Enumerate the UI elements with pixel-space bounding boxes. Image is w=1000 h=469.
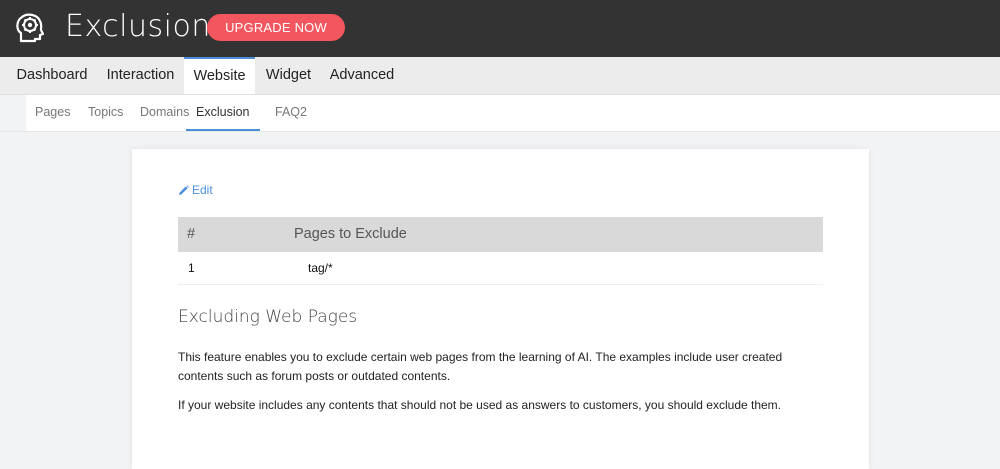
row-number: 1 (188, 261, 195, 275)
tab-advanced[interactable]: Advanced (322, 57, 402, 94)
row-page-pattern: tag/* (308, 261, 333, 275)
top-bar: Exclusion UPGRADE NOW (0, 0, 1000, 57)
page-title: Exclusion (65, 9, 211, 44)
pencil-icon (179, 184, 189, 195)
upgrade-now-button[interactable]: UPGRADE NOW (207, 14, 345, 41)
sub-nav-pages[interactable]: Pages (35, 95, 70, 129)
sub-nav-faq2[interactable]: FAQ2 (275, 95, 307, 129)
sub-nav-topics[interactable]: Topics (88, 95, 123, 129)
tab-widget[interactable]: Widget (256, 57, 321, 94)
edit-link[interactable]: Edit (178, 183, 213, 197)
content-card: Edit # Pages to Exclude 1 tag/* Excludin… (132, 149, 869, 469)
sub-nav-spacer (0, 95, 26, 131)
tab-website[interactable]: Website (184, 57, 255, 94)
main-nav: Dashboard Interaction Website Widget Adv… (0, 57, 1000, 95)
table-row[interactable]: 1 tag/* (178, 252, 823, 285)
column-header-number: # (187, 226, 196, 242)
section-title: Excluding Web Pages (178, 307, 358, 327)
column-header-pages: Pages to Exclude (294, 226, 407, 242)
description-paragraph-2: If your website includes any contents th… (178, 398, 782, 412)
tab-dashboard[interactable]: Dashboard (7, 57, 97, 94)
exclusion-table: # Pages to Exclude 1 tag/* (178, 217, 823, 285)
table-header: # Pages to Exclude (178, 217, 823, 252)
description-paragraph-1: This feature enables you to exclude cert… (178, 350, 783, 383)
brain-head-icon[interactable] (13, 11, 47, 45)
sub-nav: Pages Topics Domains Exclusion FAQ2 (0, 95, 1000, 132)
edit-label: Edit (192, 183, 213, 197)
tab-interaction[interactable]: Interaction (98, 57, 183, 94)
sub-nav-exclusion[interactable]: Exclusion (186, 95, 260, 131)
sub-nav-domains[interactable]: Domains (140, 95, 189, 129)
